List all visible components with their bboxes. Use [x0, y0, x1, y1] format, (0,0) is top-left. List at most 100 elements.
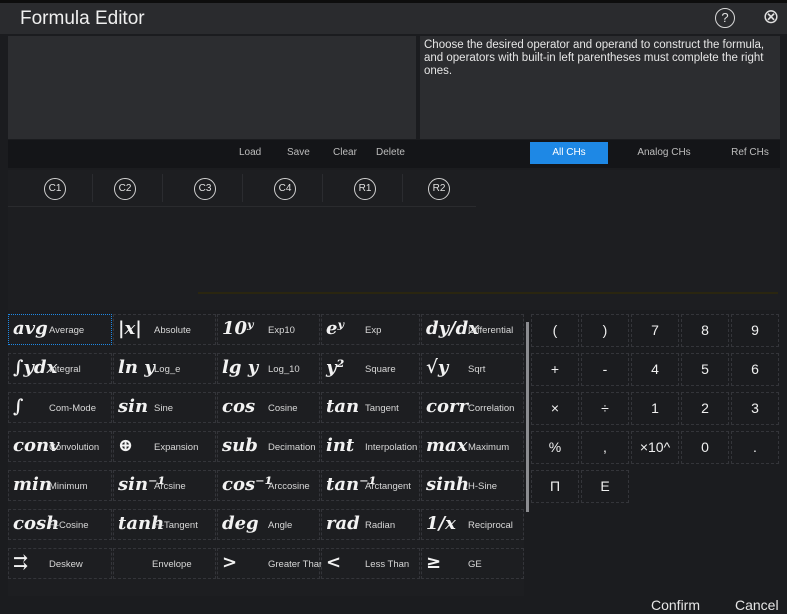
keypad-key[interactable]: (	[531, 314, 579, 347]
channel-row: C1 C2 C3 C4 R1 R2	[8, 170, 476, 207]
operator-arctangent-button[interactable]: tan⁻¹ Arctangent	[321, 470, 420, 501]
keypad-key[interactable]: 5	[681, 353, 729, 386]
operator-log-10-button[interactable]: lg y Log_10	[217, 353, 320, 384]
close-icon[interactable]: ⊗	[761, 7, 781, 28]
operator-label: GE	[468, 559, 482, 570]
operator-greater-thar-button[interactable]: > Greater Thar	[217, 548, 322, 579]
channel-separator	[162, 174, 163, 202]
channel-r1-button[interactable]: R1	[354, 178, 376, 200]
operator-angle-button[interactable]: deg Angle	[217, 509, 320, 540]
channel-separator	[242, 174, 243, 202]
operator-tangent-button[interactable]: tan Tangent	[321, 392, 420, 423]
channel-c1-button[interactable]: C1	[44, 178, 66, 200]
operator-label: Square	[365, 364, 396, 375]
operator-label: Arctangent	[365, 481, 411, 492]
operator-ge-button[interactable]: ≥ GE	[421, 548, 524, 579]
keypad-key[interactable]: %	[531, 431, 579, 464]
operator-symbol: ⊕	[118, 435, 134, 456]
operator-interpolation-button[interactable]: int Interpolation	[321, 431, 420, 462]
operator-label: Arcsine	[154, 481, 186, 492]
keypad-key[interactable]: 9	[731, 314, 779, 347]
keypad-key[interactable]: 8	[681, 314, 729, 347]
keypad-key[interactable]: -	[581, 353, 629, 386]
operator-grid: avg Average |x| Absolute 10ʸ Exp10 eʸ Exp dy/dx D…	[8, 314, 524, 596]
operator-label: Average	[49, 325, 85, 336]
keypad-key[interactable]: ,	[581, 431, 629, 464]
operator-sqrt-button[interactable]: √y Sqrt	[421, 353, 524, 384]
operator-label: Radian	[365, 520, 396, 531]
keypad-key[interactable]: 7	[631, 314, 679, 347]
operator-square-button[interactable]: y² Square	[321, 353, 420, 384]
operator-log-e-button[interactable]: ln y Log_e	[113, 353, 216, 384]
channel-r2-button[interactable]: R2	[428, 178, 450, 200]
operator-label: Minimum	[49, 481, 88, 492]
operator-maximum-button[interactable]: max Maximum	[421, 431, 524, 462]
keypad-key[interactable]: ÷	[581, 392, 629, 425]
keypad-key[interactable]: ×	[531, 392, 579, 425]
tab-all-chs[interactable]: All CHs	[530, 142, 608, 164]
operator-label: Correlation	[468, 403, 515, 414]
operator-correlation-button[interactable]: corr Correlation	[421, 392, 524, 423]
operator-h-tangent-button[interactable]: tanh H-Tangent	[113, 509, 216, 540]
formula-input-area[interactable]	[8, 36, 416, 139]
operator-deskew-button[interactable]: ⇉ Deskew	[8, 548, 112, 579]
keypad-key[interactable]: 0	[681, 431, 729, 464]
operator-minimum-button[interactable]: min Minimum	[8, 470, 112, 501]
clear-button[interactable]: Clear	[333, 147, 357, 158]
confirm-button[interactable]: Confirm	[651, 597, 700, 613]
operator-label: Cosine	[268, 403, 298, 414]
tab-analog-chs[interactable]: Analog CHs	[626, 142, 702, 164]
save-button[interactable]: Save	[287, 147, 310, 158]
operator-less-than-button[interactable]: < Less Than	[321, 548, 420, 579]
operator-symbol: eʸ	[326, 318, 345, 339]
help-icon[interactable]: ?	[715, 8, 735, 28]
operator-differential-button[interactable]: dy/dx Differential	[421, 314, 524, 345]
load-button[interactable]: Load	[239, 147, 261, 158]
operator-exp10-button[interactable]: 10ʸ Exp10	[217, 314, 320, 345]
operator-symbol: y²	[326, 357, 345, 378]
operator-label: Log_10	[268, 364, 300, 375]
operator-radian-button[interactable]: rad Radian	[321, 509, 420, 540]
tab-ref-chs[interactable]: Ref CHs	[720, 142, 780, 164]
help-panel: Choose the desired operator and operand …	[420, 36, 780, 139]
keypad-key[interactable]: 4	[631, 353, 679, 386]
operator-symbol: min	[13, 474, 52, 495]
operator-absolute-button[interactable]: |x| Absolute	[113, 314, 216, 345]
operator-average-button[interactable]: avg Average	[8, 314, 112, 345]
operator-sine-button[interactable]: sin Sine	[113, 392, 216, 423]
operator-symbol: rad	[326, 513, 360, 534]
operator-symbol: >	[222, 552, 238, 573]
operator-arcsine-button[interactable]: sin⁻¹ Arcsine	[113, 470, 216, 501]
channel-separator	[322, 174, 323, 202]
keypad-key[interactable]: +	[531, 353, 579, 386]
operator-integral-button[interactable]: ∫ydx Integral	[8, 353, 112, 384]
panel-scrollbar[interactable]	[526, 322, 529, 512]
operator-envelope-button[interactable]: Envelope	[113, 548, 216, 579]
operator-cosine-button[interactable]: cos Cosine	[217, 392, 320, 423]
operator-symbol: sub	[222, 435, 258, 456]
delete-button[interactable]: Delete	[376, 147, 405, 158]
keypad-key[interactable]: 6	[731, 353, 779, 386]
keypad-key[interactable]: 3	[731, 392, 779, 425]
keypad-key[interactable]: )	[581, 314, 629, 347]
operator-exp-button[interactable]: eʸ Exp	[321, 314, 420, 345]
keypad-key[interactable]: Π	[531, 470, 579, 503]
keypad-key[interactable]: ×10^	[631, 431, 679, 464]
channel-c4-button[interactable]: C4	[274, 178, 296, 200]
operator-com-mode-button[interactable]: ∫ Com-Mode	[8, 392, 112, 423]
operator-reciprocal-button[interactable]: 1/x Reciprocal	[421, 509, 524, 540]
operator-expansion-button[interactable]: ⊕ Expansion	[113, 431, 216, 462]
operator-h-cosine-button[interactable]: cosh H-Cosine	[8, 509, 112, 540]
channel-c3-button[interactable]: C3	[194, 178, 216, 200]
operator-h-sine-button[interactable]: sinh H-Sine	[421, 470, 524, 501]
keypad-key[interactable]: 1	[631, 392, 679, 425]
keypad-key[interactable]: .	[731, 431, 779, 464]
operator-arccosine-button[interactable]: cos⁻¹ Arccosine	[217, 470, 320, 501]
keypad-key[interactable]: 2	[681, 392, 729, 425]
operator-convolution-button[interactable]: conv Convolution	[8, 431, 112, 462]
keypad-key[interactable]: E	[581, 470, 629, 503]
operator-decimation-button[interactable]: sub Decimation	[217, 431, 320, 462]
channel-c2-button[interactable]: C2	[114, 178, 136, 200]
operator-label: Log_e	[154, 364, 181, 375]
cancel-button[interactable]: Cancel	[735, 597, 779, 613]
